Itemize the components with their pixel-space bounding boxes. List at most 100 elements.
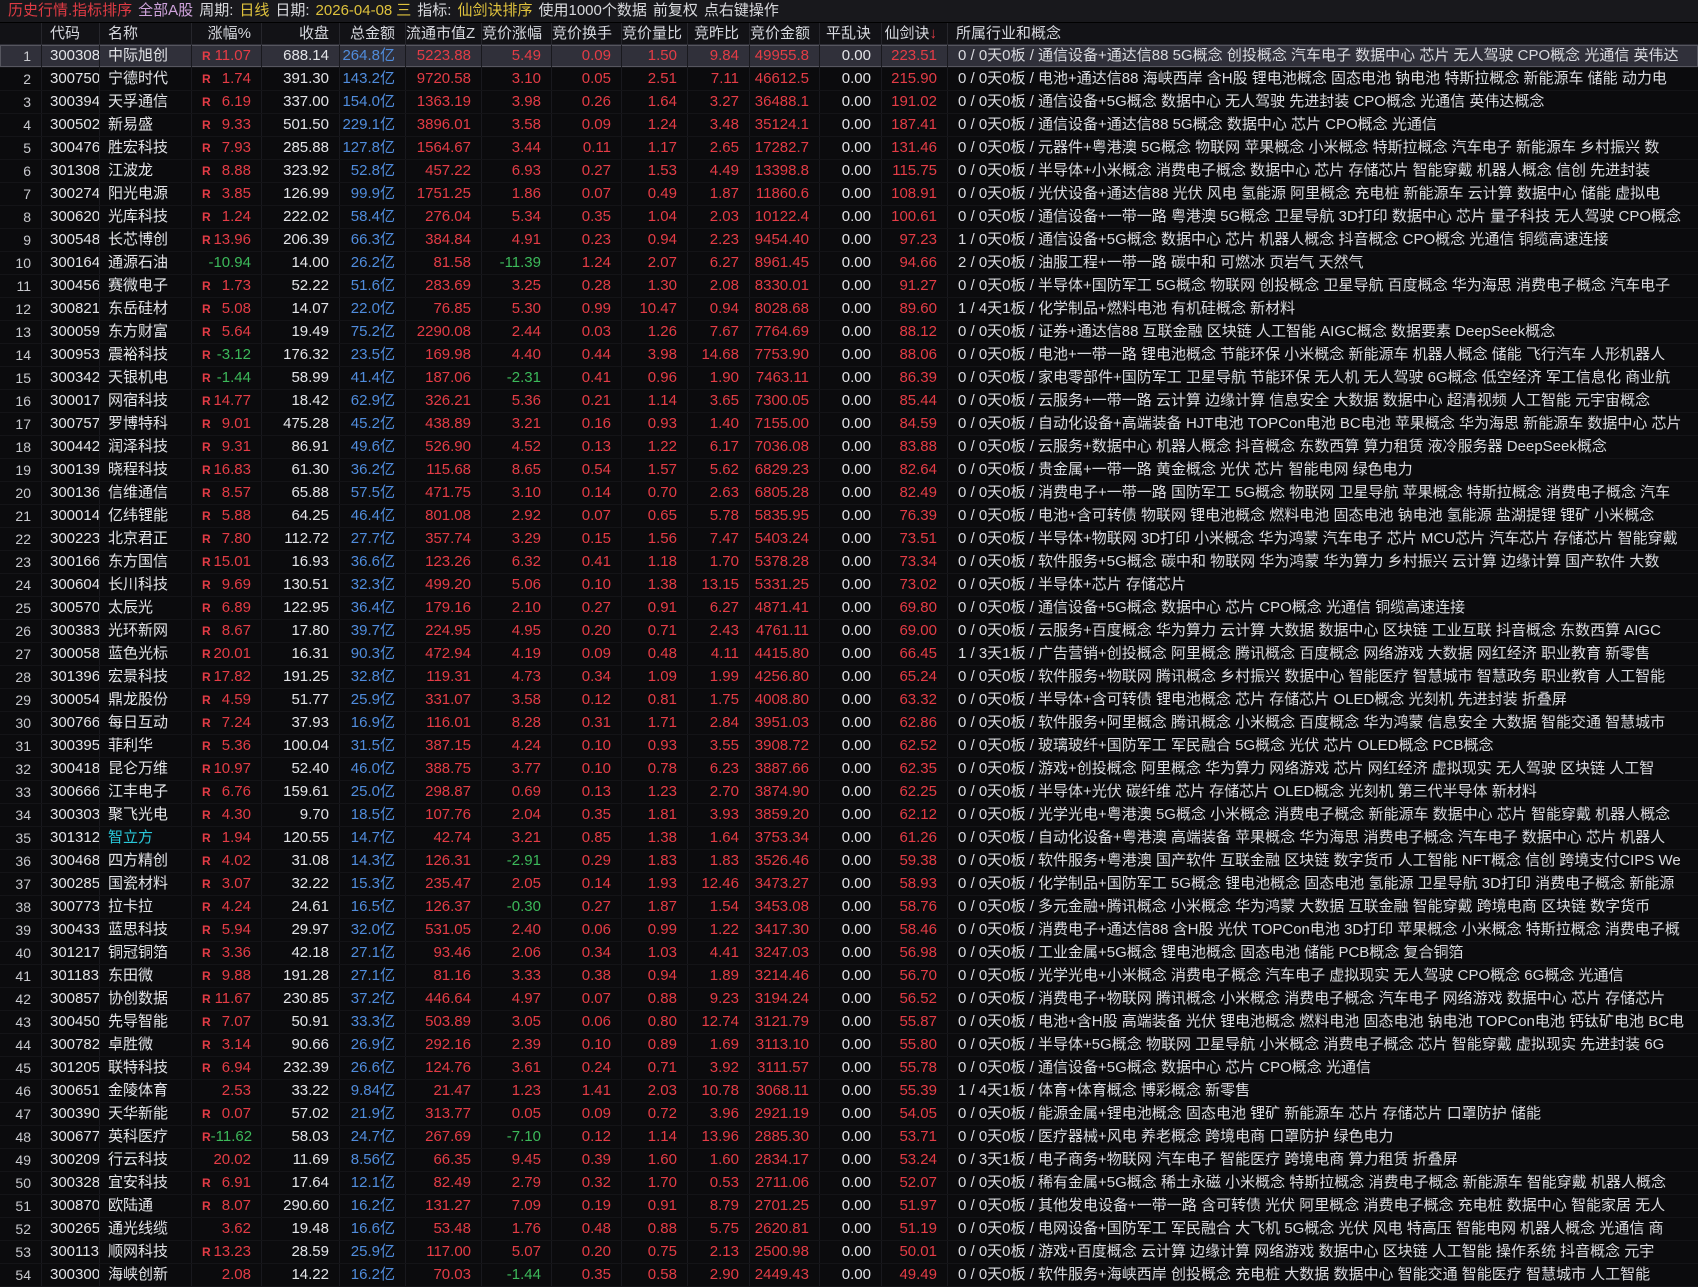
table-row[interactable]: 28301396宏景科技R17.82191.2532.8亿119.314.730… [0, 666, 1698, 689]
cell-auction-amount: 4415.80 [750, 643, 820, 665]
table-row[interactable]: 14300953震裕科技R-3.12176.3223.5亿169.984.400… [0, 344, 1698, 367]
r-badge-empty [192, 1218, 202, 1240]
table-row[interactable]: 23300166东方国信R15.0116.9336.6亿123.266.320.… [0, 551, 1698, 574]
table-row[interactable]: 43300450先导智能R7.0750.9133.3亿503.893.050.0… [0, 1011, 1698, 1034]
table-row[interactable]: 27300058蓝色光标R20.0116.3190.3亿472.944.190.… [0, 643, 1698, 666]
cell-pingluanjue: 0.00 [820, 68, 882, 90]
table-row[interactable]: 45301205联特科技R6.94232.3926.6亿124.763.610.… [0, 1057, 1698, 1080]
cell-float-mktcap: 124.76 [406, 1057, 482, 1079]
table-row[interactable]: 12300821东岳硅材R5.0814.0722.0亿76.855.300.99… [0, 298, 1698, 321]
indicator-value[interactable]: 仙剑诀排序 [457, 0, 532, 22]
column-header-竞昨比[interactable]: 竞昨比 [688, 23, 750, 44]
table-row[interactable]: 22300223北京君正R7.80112.7227.7亿357.743.290.… [0, 528, 1698, 551]
table-row[interactable]: 30300766每日互动R7.2437.9316.9亿116.018.280.3… [0, 712, 1698, 735]
table-row[interactable]: 8300620光库科技R1.24222.0258.4亿276.045.340.3… [0, 206, 1698, 229]
table-row[interactable]: 52300265通光线缆3.6219.4816.6亿53.481.760.480… [0, 1218, 1698, 1241]
cell-pingluanjue: 0.00 [820, 1195, 882, 1217]
table-row[interactable]: 39300433蓝思科技R5.9429.9732.0亿531.052.400.0… [0, 919, 1698, 942]
column-header-竞价换手[interactable]: 竞价换手 [552, 23, 622, 44]
table-row[interactable]: 32300418昆仑万维R10.9752.4046.0亿388.753.770.… [0, 758, 1698, 781]
cell-float-mktcap: 119.31 [406, 666, 482, 688]
table-row[interactable]: 31300395菲利华R5.36100.0431.5亿387.154.240.1… [0, 735, 1698, 758]
table-row[interactable]: 10300164通源石油-10.9414.0026.2亿81.58-11.391… [0, 252, 1698, 275]
column-header-所属行业和概念[interactable]: 所属行业和概念 [948, 23, 1698, 44]
table-row[interactable]: 16300017网宿科技R14.7718.4262.9亿326.215.360.… [0, 390, 1698, 413]
table-row[interactable]: 21300014亿纬锂能R5.8864.2546.4亿801.082.920.0… [0, 505, 1698, 528]
cell-change-pct: R9.01 [192, 413, 262, 435]
cell-rownum: 47 [0, 1103, 42, 1125]
table-row[interactable]: 41301183东田微R9.88191.2827.1亿81.163.330.38… [0, 965, 1698, 988]
table-row[interactable]: 1300308中际旭创R11.07688.14264.8亿5223.885.49… [0, 45, 1698, 68]
cell-rownum: 44 [0, 1034, 42, 1056]
table-row[interactable]: 6301308江波龙R8.88323.9252.8亿457.226.930.27… [0, 160, 1698, 183]
cell-auction-amount: 35124.1 [750, 114, 820, 136]
cell-auction-prevratio: 6.27 [688, 597, 750, 619]
column-header-收盘[interactable]: 收盘 [262, 23, 340, 44]
cell-auction-volratio: 1.83 [622, 850, 688, 872]
table-row[interactable]: 15300342天银机电R-1.4458.9941.4亿187.06-2.310… [0, 367, 1698, 390]
column-header-流通市值Z[interactable]: 流通市值Z [406, 23, 482, 44]
cell-concepts: 0 / 0天0板 / 光学光电+小米概念 消费电子概念 汽车电子 虚拟现实 无人… [948, 965, 1698, 987]
period-value[interactable]: 日线 [239, 0, 269, 22]
table-row[interactable]: 54300300海峡创新2.0814.2216.2亿70.03-1.440.35… [0, 1264, 1698, 1287]
table-row[interactable]: 5300476胜宏科技R7.93285.88127.8亿1564.673.440… [0, 137, 1698, 160]
column-header-总金额[interactable]: 总金额 [340, 23, 406, 44]
column-header-涨幅%[interactable]: 涨幅% [192, 23, 262, 44]
table-row[interactable]: 7300274阳光电源R3.85126.9999.9亿1751.251.860.… [0, 183, 1698, 206]
table-row[interactable]: 11300456赛微电子R1.7352.2251.6亿283.693.250.2… [0, 275, 1698, 298]
table-row[interactable]: 37300285国瓷材料R3.0732.2215.3亿235.472.050.1… [0, 873, 1698, 896]
table-row[interactable]: 48300677英科医疗R-11.6258.0324.7亿267.69-7.10… [0, 1126, 1698, 1149]
cell-auction-amount: 8961.45 [750, 252, 820, 274]
table-row[interactable]: 19300139晓程科技R16.8361.3036.2亿115.688.650.… [0, 459, 1698, 482]
column-header-rownum[interactable] [0, 23, 42, 44]
cell-auction-volratio: 1.38 [622, 827, 688, 849]
table-row[interactable]: 50300328宜安科技R6.9117.6412.1亿82.492.790.32… [0, 1172, 1698, 1195]
cell-name: 东田微 [100, 965, 192, 987]
table-row[interactable]: 53300113顺网科技R13.2328.5925.9亿117.005.070.… [0, 1241, 1698, 1264]
cell-auction-change: 3.25 [482, 275, 552, 297]
table-row[interactable]: 49300209行云科技20.0211.698.56亿66.359.450.39… [0, 1149, 1698, 1172]
table-row[interactable]: 29300054鼎龙股份R4.5951.7725.9亿331.073.580.1… [0, 689, 1698, 712]
cell-total-amount: 15.3亿 [340, 873, 406, 895]
cell-change-pct: R13.96 [192, 229, 262, 251]
table-row[interactable]: 38300773拉卡拉R4.2424.6116.5亿126.37-0.300.2… [0, 896, 1698, 919]
cell-total-amount: 27.1亿 [340, 965, 406, 987]
table-row[interactable]: 42300857协创数据R11.67230.8537.2亿446.644.970… [0, 988, 1698, 1011]
stock-ranking-table: 1300308中际旭创R11.07688.14264.8亿5223.885.49… [0, 45, 1698, 1287]
cell-auction-amount: 7300.05 [750, 390, 820, 412]
table-row[interactable]: 44300782卓胜微R3.1490.6626.9亿292.162.390.10… [0, 1034, 1698, 1057]
table-row[interactable]: 51300870欧陆通R8.07290.6016.2亿131.277.090.1… [0, 1195, 1698, 1218]
table-row[interactable]: 26300383光环新网R8.6717.8039.7亿224.954.950.2… [0, 620, 1698, 643]
table-row[interactable]: 35301312智立方R1.94120.5514.7亿42.743.210.85… [0, 827, 1698, 850]
table-row[interactable]: 40301217铜冠铜箔R3.3642.1827.1亿93.462.060.34… [0, 942, 1698, 965]
table-row[interactable]: 20300136信维通信R8.5765.8857.5亿471.753.100.1… [0, 482, 1698, 505]
column-header-竞价涨幅[interactable]: 竞价涨幅 [482, 23, 552, 44]
table-row[interactable]: 2300750宁德时代R1.74391.30143.2亿9720.583.100… [0, 68, 1698, 91]
table-row[interactable]: 4300502新易盛R9.33501.50229.1亿3896.013.580.… [0, 114, 1698, 137]
table-row[interactable]: 33300666江丰电子R6.76159.6125.0亿298.870.690.… [0, 781, 1698, 804]
margin-trading-r-badge: R [192, 965, 211, 987]
table-row[interactable]: 13300059东方财富R5.6419.4975.2亿2290.082.440.… [0, 321, 1698, 344]
table-row[interactable]: 36300468四方精创R4.0231.0814.3亿126.31-2.910.… [0, 850, 1698, 873]
cell-pingluanjue: 0.00 [820, 919, 882, 941]
table-row[interactable]: 34300303聚飞光电R4.309.7018.5亿107.762.040.35… [0, 804, 1698, 827]
column-header-平乱诀[interactable]: 平乱诀 [820, 23, 882, 44]
table-row[interactable]: 24300604长川科技R9.69130.5132.3亿499.205.060.… [0, 574, 1698, 597]
table-row[interactable]: 3300394天孚通信R6.19337.00154.0亿1363.193.980… [0, 91, 1698, 114]
column-header-仙剑诀[interactable]: 仙剑诀↓ [882, 23, 948, 44]
table-row[interactable]: 17300757罗博特科R9.01475.2845.2亿438.893.210.… [0, 413, 1698, 436]
cell-close: 58.99 [262, 367, 340, 389]
table-row[interactable]: 47300390天华新能R0.0757.0221.9亿313.770.050.0… [0, 1103, 1698, 1126]
adjust-mode[interactable]: 前复权 [653, 0, 698, 22]
column-header-名称[interactable]: 名称 [100, 23, 192, 44]
column-header-竞价量比[interactable]: 竞价量比 [622, 23, 688, 44]
column-header-代码[interactable]: 代码 [42, 23, 100, 44]
cell-close: 52.22 [262, 275, 340, 297]
market-selector[interactable]: 全部A股 [138, 0, 193, 22]
column-header-竞价金额[interactable]: 竞价金额 [750, 23, 820, 44]
table-row[interactable]: 25300570太辰光R6.89122.9536.4亿179.162.100.2… [0, 597, 1698, 620]
date-value[interactable]: 2026-04-08 [316, 0, 393, 22]
table-row[interactable]: 9300548长芯博创R13.96206.3966.3亿384.844.910.… [0, 229, 1698, 252]
table-row[interactable]: 46300651金陵体育2.5333.229.84亿21.471.231.412… [0, 1080, 1698, 1103]
table-row[interactable]: 18300442润泽科技R9.3186.9149.6亿526.904.520.1… [0, 436, 1698, 459]
